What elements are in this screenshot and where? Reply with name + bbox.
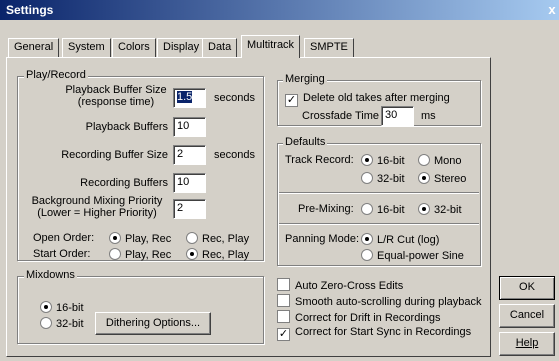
tab-general[interactable]: General xyxy=(8,38,60,57)
pre-mixing-label: Pre-Mixing: xyxy=(298,203,354,215)
defaults-divider xyxy=(279,223,479,225)
defaults-title: Defaults xyxy=(283,136,328,148)
open-order-play-rec-radio[interactable]: Play, Rec xyxy=(109,232,171,245)
open-order-label: Open Order: xyxy=(33,232,95,244)
playback-buffer-size-input[interactable]: 1.5 xyxy=(173,88,206,108)
open-order-rec-play-radio[interactable]: Rec, Play xyxy=(186,232,249,245)
tab-system[interactable]: System xyxy=(62,38,111,57)
tab-data[interactable]: Data xyxy=(202,38,238,57)
auto-zero-cross-checkbox[interactable]: Auto Zero-Cross Edits xyxy=(277,278,403,292)
ok-button[interactable]: OK xyxy=(499,276,555,300)
background-mixing-label: Background Mixing Priority (Lower = High… xyxy=(31,195,163,219)
track-record-label: Track Record: xyxy=(285,154,354,166)
start-order-label: Start Order: xyxy=(33,248,91,260)
playback-buffers-label: Playback Buffers xyxy=(85,121,168,133)
correct-drift-checkbox[interactable]: Correct for Drift in Recordings xyxy=(277,310,441,324)
window-title: Settings xyxy=(6,3,54,17)
background-mixing-input[interactable]: 2 xyxy=(173,199,206,219)
play-record-title: Play/Record xyxy=(24,69,88,81)
recording-buffer-size-unit: seconds xyxy=(214,149,255,161)
playback-buffer-size-unit: seconds xyxy=(214,92,255,104)
tab-smpte[interactable]: SMPTE xyxy=(304,38,354,57)
panning-equal-power-radio[interactable]: Equal-power Sine xyxy=(361,249,464,262)
help-button[interactable]: Help xyxy=(499,332,555,356)
playback-buffers-input[interactable]: 10 xyxy=(173,117,206,137)
cancel-button[interactable]: Cancel xyxy=(499,304,555,328)
crossfade-time-input[interactable]: 30 xyxy=(381,106,414,126)
recording-buffer-size-label: Recording Buffer Size xyxy=(61,149,168,161)
correct-start-sync-checkbox[interactable]: ✓ Correct for Start Sync in Recordings xyxy=(277,326,471,341)
close-icon[interactable]: x xyxy=(545,2,559,17)
tab-display[interactable]: Display xyxy=(157,38,206,57)
playback-buffer-size-label: Playback Buffer Size (response time) xyxy=(65,84,167,108)
track-record-mono-radio[interactable]: Mono xyxy=(418,154,462,167)
tab-multitrack[interactable]: Multitrack xyxy=(241,35,301,58)
track-record-16-bit-radio[interactable]: 16-bit xyxy=(361,154,405,167)
track-record-32-bit-radio[interactable]: 32-bit xyxy=(361,172,405,185)
tab-colors[interactable]: Colors xyxy=(112,38,156,57)
smooth-auto-scroll-checkbox[interactable]: Smooth auto-scrolling during playback xyxy=(277,294,482,308)
dithering-options-button[interactable]: Dithering Options... xyxy=(95,312,211,335)
delete-old-takes-checkbox[interactable]: ✓ Delete old takes after merging xyxy=(285,92,450,107)
defaults-divider xyxy=(279,192,479,194)
recording-buffers-label: Recording Buffers xyxy=(80,177,168,189)
merging-title: Merging xyxy=(283,73,327,85)
crossfade-time-label: Crossfade Time xyxy=(302,110,380,122)
recording-buffers-input[interactable]: 10 xyxy=(173,173,206,193)
crossfade-time-unit: ms xyxy=(421,110,436,122)
panning-mode-label: Panning Mode: xyxy=(285,233,359,245)
start-order-rec-play-radio[interactable]: Rec, Play xyxy=(186,248,249,261)
panning-lr-cut-radio[interactable]: L/R Cut (log) xyxy=(361,233,439,246)
mixdown-16-bit-radio[interactable]: 16-bit xyxy=(40,301,84,314)
recording-buffer-size-input[interactable]: 2 xyxy=(173,145,206,165)
pre-mixing-32-bit-radio[interactable]: 32-bit xyxy=(418,203,462,216)
mixdown-32-bit-radio[interactable]: 32-bit xyxy=(40,317,84,330)
title-bar: Settings x xyxy=(0,0,559,20)
start-order-play-rec-radio[interactable]: Play, Rec xyxy=(109,248,171,261)
track-record-stereo-radio[interactable]: Stereo xyxy=(418,172,466,185)
mixdowns-title: Mixdowns xyxy=(24,269,77,281)
pre-mixing-16-bit-radio[interactable]: 16-bit xyxy=(361,203,405,216)
